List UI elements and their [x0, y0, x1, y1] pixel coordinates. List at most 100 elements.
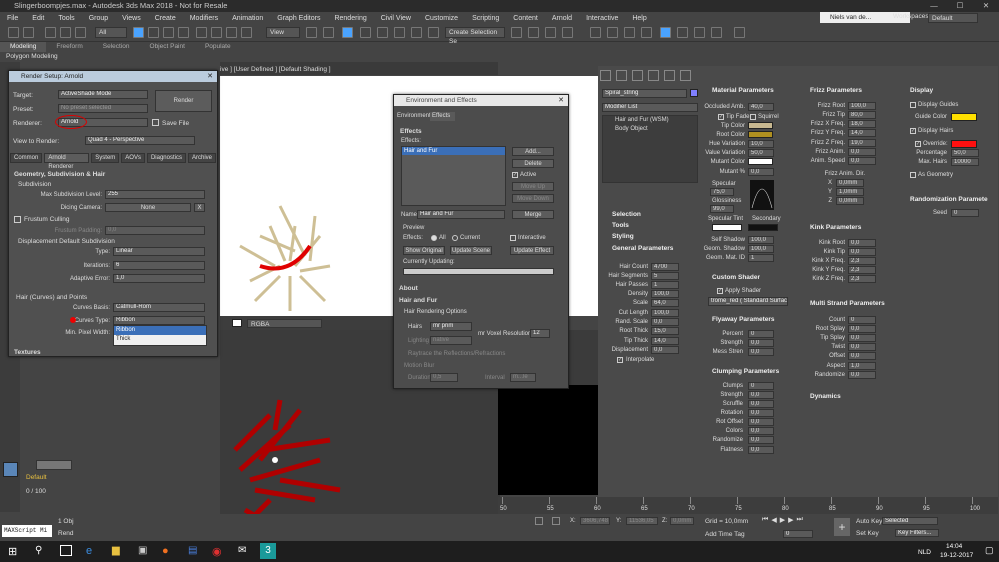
channel-select[interactable]: RGBA	[247, 319, 322, 328]
maxscript-listener[interactable]: MAXScript Mi	[2, 525, 52, 537]
close-icon[interactable]: ✕	[973, 0, 999, 12]
move-down-button[interactable]: Move Down	[512, 194, 554, 203]
frizz-speed-input[interactable]: 0,0	[848, 157, 876, 165]
bind-spacewarp-icon[interactable]	[75, 27, 86, 38]
effects-section[interactable]: Effects	[400, 128, 422, 135]
specular-input[interactable]: 75,0	[710, 188, 734, 196]
squirrel-checkbox[interactable]	[750, 114, 756, 120]
frizz-dir-x-input[interactable]: 0,0mm	[836, 179, 864, 187]
all-radio[interactable]	[431, 235, 437, 241]
material-editor-icon[interactable]	[641, 27, 652, 38]
tab-effects[interactable]: Effects	[430, 112, 455, 121]
maximize-icon[interactable]: ☐	[947, 0, 973, 12]
mirror-icon[interactable]	[511, 27, 522, 38]
undo-icon[interactable]	[8, 27, 19, 38]
kink-kx-input[interactable]: 2,3	[848, 257, 876, 265]
display-guides-checkbox[interactable]	[910, 102, 916, 108]
multi-tip-splay-input[interactable]: 0,0	[848, 334, 876, 342]
key-filters-button[interactable]: Key Filters...	[895, 529, 939, 537]
guide-color-swatch[interactable]	[951, 113, 977, 121]
menu-help[interactable]: Help	[625, 15, 653, 22]
ribbon-icon[interactable]	[590, 27, 601, 38]
render-production-icon[interactable]	[694, 27, 705, 38]
x-coord-input[interactable]: 3606,748	[580, 517, 610, 525]
object-color-swatch[interactable]	[690, 89, 698, 97]
scale-icon[interactable]	[226, 27, 237, 38]
clumping-rollout[interactable]: Clumping Parameters	[712, 368, 779, 375]
menu-arnold[interactable]: Arnold	[545, 15, 579, 22]
multi-strand-rollout[interactable]: Multi Strand Parameters	[810, 300, 885, 307]
move-up-button[interactable]: Move Up	[512, 182, 554, 191]
key-mode-select[interactable]: Selected	[882, 517, 938, 525]
curves-type-select[interactable]: Ribbon	[113, 316, 205, 325]
link-icon[interactable]	[45, 27, 56, 38]
minimize-icon[interactable]: —	[921, 0, 947, 12]
multi-offset-input[interactable]: 0,0	[848, 352, 876, 360]
prev-frame-icon[interactable]: ◀	[771, 516, 776, 528]
auto-key-button[interactable]: Auto Key	[856, 518, 882, 525]
menu-content[interactable]: Content	[506, 15, 545, 22]
seed-input[interactable]: 0	[951, 209, 979, 217]
tab-aovs[interactable]: AOVs	[121, 153, 145, 163]
chrome-icon[interactable]: ◉	[212, 545, 222, 558]
curves-basis-select[interactable]: Catmull-Rom	[113, 303, 205, 312]
modify-tab-icon[interactable]	[616, 70, 627, 81]
task-view-icon[interactable]	[60, 545, 72, 556]
flyaway-strength-input[interactable]: 0,0	[748, 339, 774, 347]
multi-aspect-input[interactable]: 1,0	[848, 362, 876, 370]
option-ribbon[interactable]: Ribbon	[114, 326, 206, 335]
frustum-padding-input[interactable]: 0,0	[105, 226, 205, 235]
motion-tab-icon[interactable]	[648, 70, 659, 81]
store-icon[interactable]: ▣	[138, 545, 147, 556]
mail-icon[interactable]: ✉	[238, 545, 246, 556]
a360-icon[interactable]	[734, 27, 745, 38]
ribbon-tab-object-paint[interactable]: Object Paint	[140, 42, 195, 52]
windows-start-icon[interactable]: ⊞	[8, 545, 17, 558]
menu-interactive[interactable]: Interactive	[579, 15, 625, 22]
tools-rollout[interactable]: Tools	[612, 222, 629, 229]
frustum-culling-checkbox[interactable]	[14, 216, 21, 223]
kink-ky-input[interactable]: 2,3	[848, 266, 876, 274]
menu-create[interactable]: Create	[148, 15, 183, 22]
hair-segments-input[interactable]: 5	[651, 272, 679, 280]
edge-icon[interactable]: e	[86, 545, 92, 557]
file-explorer-icon[interactable]: ▆	[112, 545, 120, 556]
option-thick[interactable]: Thick	[114, 335, 206, 344]
display-color-swatch[interactable]	[232, 319, 242, 327]
menu-group[interactable]: Group	[82, 15, 115, 22]
frizz-dir-y-input[interactable]: 1,0mm	[836, 188, 864, 196]
hierarchy-tab-icon[interactable]	[632, 70, 643, 81]
rotate-icon[interactable]	[211, 27, 222, 38]
display-rollout[interactable]: Display	[910, 87, 933, 94]
frizz-yf-input[interactable]: 14,0	[848, 129, 876, 137]
set-key-button[interactable]: Set Key	[856, 530, 879, 537]
merge-button[interactable]: Merge	[512, 210, 554, 219]
interpolate-checkbox[interactable]: ✓	[617, 357, 623, 363]
effect-name-input[interactable]: Hair and Fur	[417, 210, 505, 219]
as-geometry-checkbox[interactable]	[910, 172, 916, 178]
selection-filter[interactable]: All	[95, 27, 127, 38]
render-button[interactable]: Render	[155, 90, 212, 112]
menu-customize[interactable]: Customize	[418, 15, 465, 22]
tab-common[interactable]: Common	[10, 153, 43, 163]
tab-environment[interactable]: Environment	[395, 112, 431, 121]
dicing-camera-button[interactable]: None	[105, 203, 191, 212]
multi-root-splay-input[interactable]: 0,0	[848, 325, 876, 333]
tab-system[interactable]: System	[91, 153, 120, 163]
window-crossing-icon[interactable]	[178, 27, 189, 38]
save-file-checkbox[interactable]	[152, 119, 159, 126]
material-parameters-rollout[interactable]: Material Parameters	[712, 87, 774, 94]
display-tab-icon[interactable]	[664, 70, 675, 81]
tip-fade-checkbox[interactable]: ✓	[718, 114, 724, 120]
geom-shadow-input[interactable]: 100,0	[748, 245, 774, 253]
utilities-tab-icon[interactable]	[680, 70, 691, 81]
mutant-color-swatch[interactable]	[748, 158, 773, 165]
absolute-mode-icon[interactable]	[552, 517, 560, 525]
menu-animation[interactable]: Animation	[225, 15, 270, 22]
layer-icon[interactable]	[3, 462, 18, 477]
align-icon[interactable]	[528, 27, 539, 38]
cut-length-input[interactable]: 100,0	[651, 309, 679, 317]
effects-list[interactable]: Hair and Fur	[401, 146, 506, 206]
frizz-anim-input[interactable]: 0,0	[848, 148, 876, 156]
ribbon-tab-populate[interactable]: Populate	[195, 42, 241, 52]
